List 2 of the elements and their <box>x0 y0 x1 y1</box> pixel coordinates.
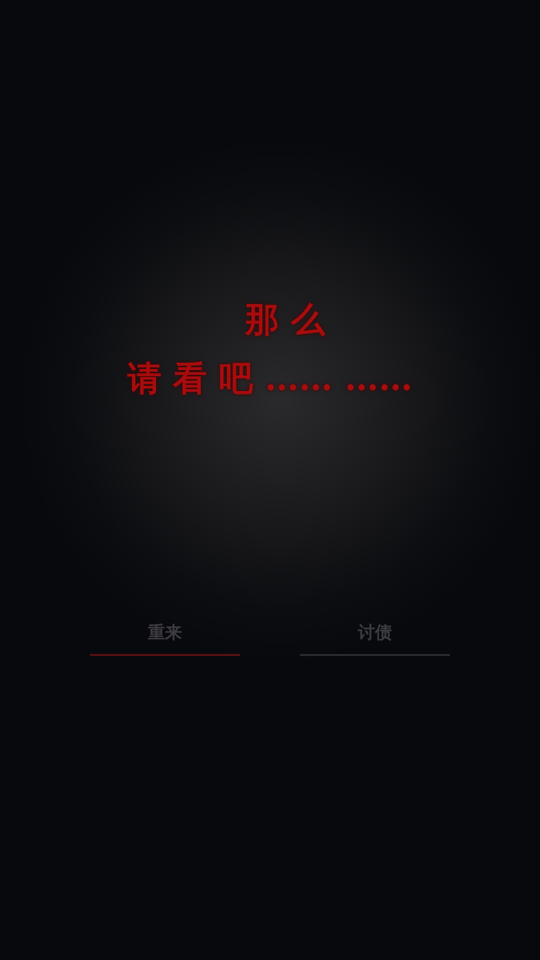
message-text: 请 看 吧 …… …… <box>127 358 413 400</box>
message-text: 那 么 <box>245 300 325 341</box>
